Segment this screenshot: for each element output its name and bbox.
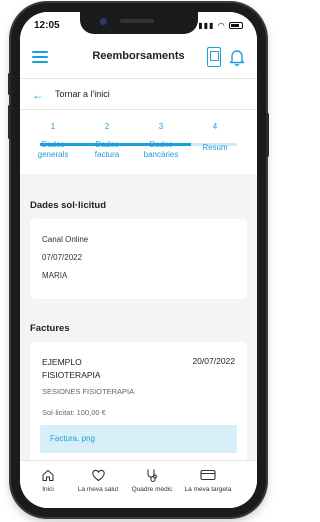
request-section-title: Dades sol·licitud xyxy=(30,200,107,211)
step-label: Dades bancàries xyxy=(136,140,186,160)
card-icon xyxy=(200,469,216,481)
tab-medical-directory[interactable]: Quadre mèdic xyxy=(124,467,180,493)
step-label-line: bancàries xyxy=(143,150,179,159)
tab-label: La meva salut xyxy=(77,486,119,493)
arrow-left-icon: ← xyxy=(32,88,44,102)
step-label-line: Dades xyxy=(41,140,65,149)
wifi-icon: ◠ xyxy=(217,21,226,30)
member-card-icon[interactable] xyxy=(207,47,221,67)
tab-label: La meva targeta xyxy=(184,486,232,493)
step-1[interactable]: 1 Dades generals xyxy=(28,122,78,160)
progress-stepper: 1 Dades generals 2 Dades factura 3 Dades ba… xyxy=(20,110,257,174)
step-label-line: Resum xyxy=(202,143,228,152)
phone-frame: 12:05 ▮▮▮ ◠ Reemborsaments ← Tornar a l'… xyxy=(8,3,269,517)
step-number: 4 xyxy=(212,122,218,131)
step-label-line: Dades xyxy=(149,140,173,149)
step-label: Dades factura xyxy=(82,140,132,160)
tab-label: Inici xyxy=(42,486,54,493)
invoice-date: 20/07/2022 xyxy=(192,356,235,366)
tab-my-health[interactable]: La meva salut xyxy=(70,467,126,493)
step-label: Dades generals xyxy=(28,140,78,160)
app-screen: 12:05 ▮▮▮ ◠ Reemborsaments ← Tornar a l'… xyxy=(20,12,257,508)
step-label-line: factura xyxy=(94,150,120,159)
request-channel: Canal Online xyxy=(42,235,89,244)
bottom-tab-bar: Inici La meva salut Quadre mèdic La meva… xyxy=(20,460,257,508)
back-link-label: Tornar a l'inici xyxy=(55,89,110,99)
attachment-filename: Factura. png xyxy=(50,434,95,443)
speaker-grille xyxy=(119,19,154,23)
step-number: 3 xyxy=(158,122,164,131)
home-icon xyxy=(42,469,54,482)
camera-icon xyxy=(99,18,107,25)
invoice-card[interactable]: EJEMPLO FISIOTERAPIA 20/07/2022 SESIONES… xyxy=(30,342,247,472)
step-number: 1 xyxy=(50,122,56,131)
phone-side-button xyxy=(8,73,11,95)
heart-icon xyxy=(91,469,105,482)
invoices-section-title: Factures xyxy=(30,323,70,334)
invoice-attachment[interactable]: Factura. png xyxy=(40,425,237,453)
step-label: Resum xyxy=(190,143,240,153)
status-icons: ▮▮▮ ◠ xyxy=(198,21,243,30)
status-time: 12:05 xyxy=(34,20,60,31)
step-label-line: generals xyxy=(37,150,69,159)
signal-icon: ▮▮▮ xyxy=(198,21,215,30)
step-4[interactable]: 4 Resum xyxy=(190,122,240,153)
invoice-amount: Sol·licitat: 100,00 € xyxy=(42,408,106,417)
phone-notch xyxy=(79,12,198,34)
back-link[interactable]: ← Tornar a l'inici xyxy=(20,78,257,110)
invoice-description: SESIONES FISIOTERAPIA xyxy=(42,387,135,396)
step-2[interactable]: 2 Dades factura xyxy=(82,122,132,160)
tab-home[interactable]: Inici xyxy=(20,467,76,493)
step-3[interactable]: 3 Dades bancàries xyxy=(136,122,186,160)
battery-icon xyxy=(229,22,243,30)
step-label-line: Dades xyxy=(95,140,119,149)
phone-side-button xyxy=(8,105,11,139)
request-date: 07/07/2022 xyxy=(42,253,83,262)
app-header: Reemborsaments xyxy=(20,38,257,78)
step-number: 2 xyxy=(104,122,110,131)
invoice-provider-line: EJEMPLO xyxy=(42,357,82,367)
invoice-provider: EJEMPLO FISIOTERAPIA xyxy=(42,356,101,382)
tab-label: Quadre mèdic xyxy=(131,486,173,493)
phone-side-button xyxy=(266,113,269,157)
stethoscope-icon xyxy=(147,469,157,482)
request-name: MARIA xyxy=(42,271,68,280)
bell-icon[interactable] xyxy=(229,48,245,66)
page-title: Reemborsaments xyxy=(92,50,185,62)
invoice-provider-line: FISIOTERAPIA xyxy=(42,370,101,380)
request-card: Canal Online 07/07/2022 MARIA xyxy=(30,219,247,299)
tab-my-card[interactable]: La meva targeta xyxy=(180,467,236,493)
